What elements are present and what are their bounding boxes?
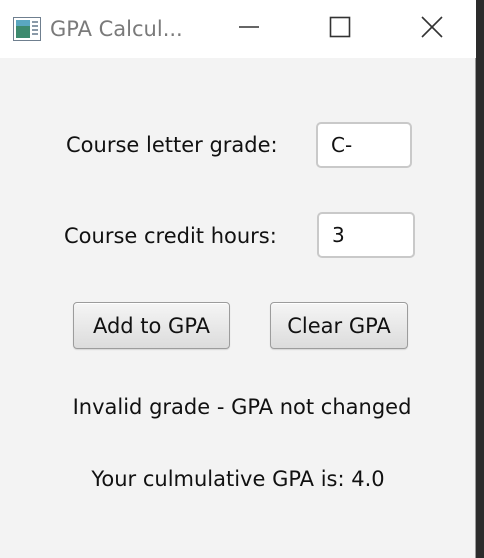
maximize-button[interactable] <box>294 0 386 58</box>
title-bar[interactable]: GPA Calcul... <box>0 0 476 58</box>
minimize-icon <box>238 16 260 42</box>
grade-input[interactable] <box>316 122 412 168</box>
close-icon <box>421 16 443 42</box>
app-icon <box>13 17 41 41</box>
window-title: GPA Calcul... <box>50 17 183 41</box>
clear-gpa-button[interactable]: Clear GPA <box>270 302 408 349</box>
credit-hours-input[interactable] <box>317 212 415 258</box>
close-button[interactable] <box>386 0 478 58</box>
add-to-gpa-button[interactable]: Add to GPA <box>73 302 230 349</box>
status-message: Invalid grade - GPA not changed <box>72 395 412 419</box>
credit-hours-label: Course credit hours: <box>64 224 277 248</box>
maximize-icon <box>329 16 351 42</box>
cumulative-gpa-text: Your culmulative GPA is: 4.0 <box>91 467 385 491</box>
grade-label: Course letter grade: <box>66 133 278 157</box>
gpa-calculator-window: GPA Calcul... Course letter grade: C- Co… <box>0 0 476 558</box>
minimize-button[interactable] <box>203 0 295 58</box>
